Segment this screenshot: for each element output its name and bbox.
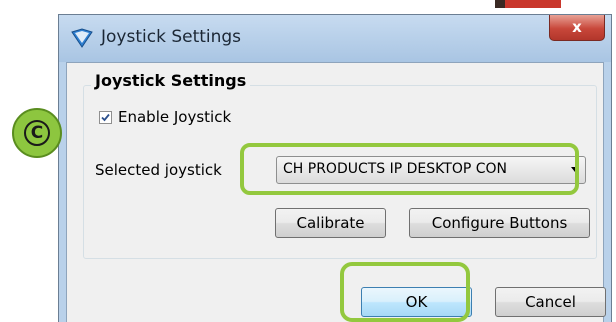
step-callout-badge: C [12, 108, 62, 158]
checkmark-icon [101, 113, 110, 121]
enable-joystick-checkbox[interactable] [99, 110, 112, 124]
enable-joystick-label[interactable]: Enable Joystick [118, 108, 231, 126]
configure-buttons-button[interactable]: Configure Buttons [409, 208, 590, 238]
window-title: Joystick Settings [101, 27, 242, 47]
cancel-button[interactable]: Cancel [495, 287, 606, 317]
group-title: Joystick Settings [91, 71, 251, 90]
highlight-ok-button [340, 262, 470, 322]
enable-joystick-row[interactable]: Enable Joystick [99, 108, 231, 126]
highlight-joystick-select [240, 143, 579, 195]
calibrate-button[interactable]: Calibrate [275, 208, 386, 238]
callout-letter: C [24, 120, 50, 146]
title-bar[interactable]: Joystick Settings x [59, 15, 611, 62]
background-window-fragment [505, 0, 561, 8]
close-icon: x [572, 18, 582, 36]
background-window-fragment [495, 0, 505, 8]
app-icon [71, 27, 93, 49]
close-button[interactable]: x [549, 15, 605, 41]
selected-joystick-label: Selected joystick [95, 161, 222, 179]
